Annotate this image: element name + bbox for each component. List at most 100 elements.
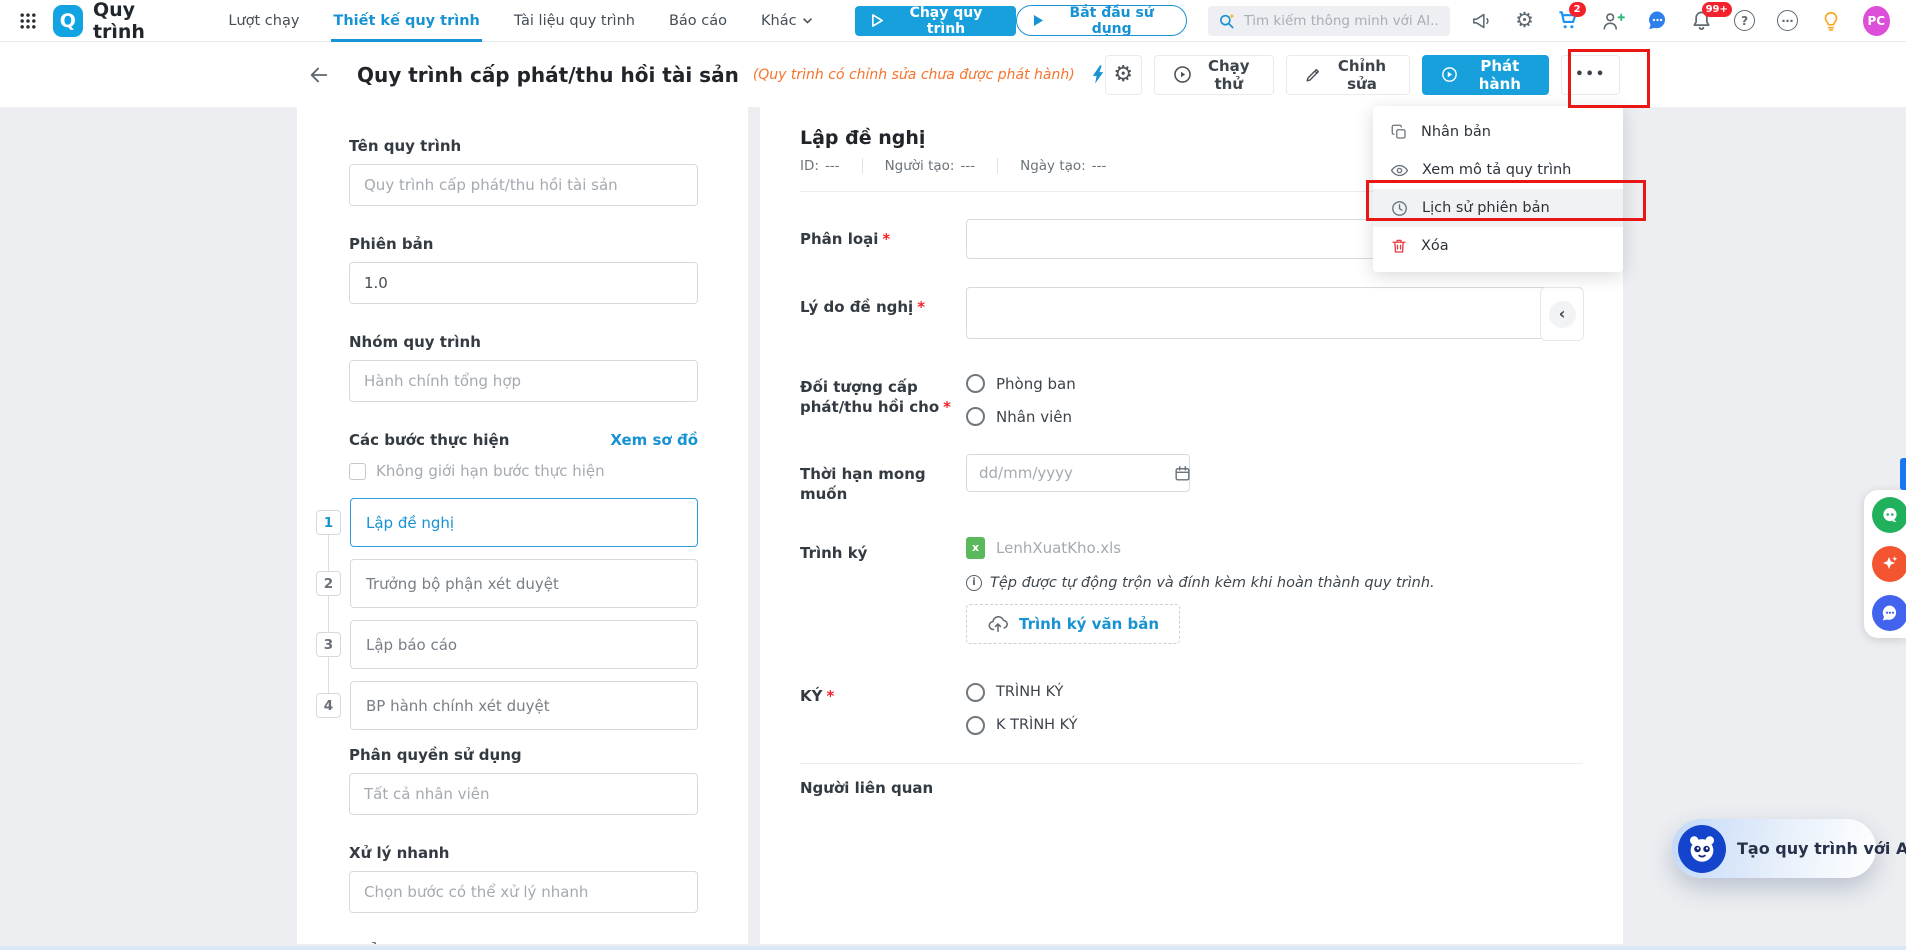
more-actions-menu: Nhân bản Xem mô tả quy trình Lịch sử phi… [1373, 106, 1623, 272]
radio-k-trinh-ky[interactable]: K TRÌNH KÝ [966, 715, 1078, 735]
meta-created-date: Ngày tạo: --- [1020, 158, 1107, 174]
add-user-icon[interactable] [1601, 9, 1625, 33]
ava-panda-icon [1678, 824, 1726, 873]
live-chat-icon[interactable] [1872, 595, 1906, 631]
clock-icon [1390, 199, 1409, 218]
menu-item-version-history[interactable]: Lịch sử phiên bản [1373, 189, 1623, 227]
ky-label: KÝ * [800, 686, 835, 705]
test-run-button[interactable]: Chạy thử [1153, 54, 1274, 95]
gear-icon[interactable]: ⚙ [1514, 9, 1536, 33]
main-nav: Lượt chạy Thiết kế quy trình Tài liệu qu… [228, 0, 812, 42]
step-row-2: 2 Trưởng bộ phận xét duyệt [316, 559, 698, 608]
start-using-button[interactable]: Bắt đầu sử dụng [1016, 5, 1187, 37]
chat-icon[interactable] [1646, 9, 1669, 33]
ai-search-box[interactable] [1207, 5, 1450, 36]
sign-label: Trình ký [800, 543, 868, 562]
run-process-button[interactable]: Chạy quy trình [854, 5, 1017, 37]
radio-icon[interactable] [966, 407, 985, 426]
bell-badge: 99+ [1701, 1, 1732, 17]
process-settings-sidebar: Tên quy trình Phiên bản Nhóm quy trình C… [297, 107, 748, 944]
version-label: Phiên bản [349, 235, 434, 253]
create-process-with-ava-button[interactable]: Tạo quy trình với AVA [1672, 819, 1906, 878]
avatar[interactable]: PC [1862, 5, 1891, 36]
step-number: 2 [316, 571, 341, 596]
ai-search-input[interactable] [1243, 12, 1440, 29]
more-actions-button[interactable]: ••• [1561, 54, 1620, 95]
nav-item-khac[interactable]: Khác [761, 0, 813, 42]
step-number: 3 [316, 632, 341, 657]
app-logo[interactable]: Q [52, 4, 83, 37]
upload-sign-document-button[interactable]: Trình ký văn bản [966, 603, 1181, 644]
radio-icon[interactable] [966, 715, 985, 735]
play-circle-icon [1172, 64, 1193, 85]
collapsed-side-tab[interactable] [1900, 458, 1906, 490]
permission-input[interactable] [349, 773, 698, 815]
deadline-date-input[interactable] [966, 454, 1190, 492]
publish-button[interactable]: Phát hành [1422, 54, 1550, 95]
step-item-truong-bo-phan[interactable]: Trưởng bộ phận xét duyệt [350, 559, 698, 608]
settings-button[interactable]: ⚙ [1104, 54, 1142, 95]
help-icon[interactable]: ? [1734, 9, 1756, 33]
process-group-input[interactable] [349, 360, 698, 402]
step-number: 1 [316, 510, 341, 535]
more-apps-icon[interactable]: ⋯ [1777, 9, 1799, 33]
radio-icon[interactable] [966, 682, 985, 702]
meta-creator: Người tạo: --- [885, 158, 999, 174]
sign-note-text: Tệp được tự động trộn và đính kèm khi ho… [990, 574, 1435, 591]
step-row-1: 1 Lập đề nghị [316, 498, 698, 547]
radio-phong-ban[interactable]: Phòng ban [966, 374, 1076, 393]
unlimited-steps-checkbox-row[interactable]: Không giới hạn bước thực hiện [349, 462, 698, 480]
top-navbar: Q Quy trình Lượt chạy Thiết kế quy trình… [0, 0, 1906, 43]
radio-nhan-vien[interactable]: Nhân viên [966, 407, 1076, 426]
menu-item-view-description[interactable]: Xem mô tả quy trình [1373, 151, 1623, 189]
play-filled-icon [1033, 14, 1044, 27]
view-diagram-link[interactable]: Xem sơ đồ [610, 431, 698, 449]
reason-textarea[interactable]: ‹ [966, 287, 1584, 341]
step-item-lap-bao-cao[interactable]: Lập báo cáo [350, 620, 698, 669]
reason-label: Lý do đề nghị * [800, 298, 926, 316]
process-name-input[interactable] [349, 164, 698, 206]
date-input[interactable] [979, 464, 1173, 482]
radio-trinh-ky[interactable]: TRÌNH KÝ [966, 682, 1078, 702]
ava-button-label: Tạo quy trình với AVA [1737, 839, 1906, 858]
chevron-down-icon [802, 17, 813, 25]
nav-item-thiet-ke-quy-trinh[interactable]: Thiết kế quy trình [331, 0, 483, 42]
cart-badge: 2 [1568, 1, 1586, 17]
lamp-icon[interactable] [1820, 9, 1842, 33]
meta-id: ID: --- [800, 158, 863, 174]
quick-process-input[interactable] [349, 871, 698, 913]
attached-file-name[interactable]: LenhXuatKho.xls [996, 539, 1121, 557]
steps-list: 1 Lập đề nghị 2 Trưởng bộ phận xét duyệt… [316, 498, 698, 730]
radio-icon[interactable] [966, 374, 985, 393]
version-input[interactable] [349, 262, 698, 304]
megaphone-icon[interactable] [1471, 9, 1493, 33]
pencil-icon [1304, 65, 1323, 84]
nav-item-luot-chay[interactable]: Lượt chạy [228, 0, 299, 42]
bell-icon[interactable]: 99+ [1690, 1, 1732, 33]
step-item-bp-hanh-chinh[interactable]: BP hành chính xét duyệt [350, 681, 698, 730]
chatbot-icon[interactable] [1872, 497, 1906, 533]
calendar-icon[interactable] [1173, 464, 1192, 483]
back-arrow-icon[interactable] [305, 61, 333, 89]
edit-button[interactable]: Chỉnh sửa [1285, 54, 1411, 95]
collapse-panel-button[interactable]: ‹ [1540, 287, 1584, 341]
nav-item-tai-lieu-quy-trinh[interactable]: Tài liệu quy trình [514, 0, 635, 42]
play-outline-icon [871, 13, 884, 28]
checkbox-icon[interactable] [349, 462, 366, 480]
menu-item-duplicate[interactable]: Nhân bản [1373, 113, 1623, 151]
page-header: Quy trình cấp phát/thu hồi tài sản (Quy … [0, 42, 1906, 107]
target-label: Đối tượng cấp phát/thu hồi cho * [800, 378, 952, 417]
icon-label: Biểu tượng [349, 942, 698, 944]
quick-process-label: Xử lý nhanh [349, 844, 450, 862]
unlimited-steps-label: Không giới hạn bước thực hiện [376, 462, 605, 480]
support-dock [1864, 490, 1906, 638]
ai-sparkle-icon[interactable] [1872, 546, 1906, 582]
app-grid-icon[interactable] [16, 8, 41, 34]
nav-item-bao-cao[interactable]: Báo cáo [669, 0, 727, 42]
menu-item-delete[interactable]: Xóa [1373, 227, 1623, 265]
bottom-edge-strip [0, 946, 1906, 950]
chevron-left-icon: ‹ [1548, 300, 1576, 328]
step-item-lap-de-nghi[interactable]: Lập đề nghị [350, 498, 698, 547]
page-title: Quy trình cấp phát/thu hồi tài sản [357, 62, 739, 87]
cart-icon[interactable]: 2 [1557, 1, 1586, 33]
